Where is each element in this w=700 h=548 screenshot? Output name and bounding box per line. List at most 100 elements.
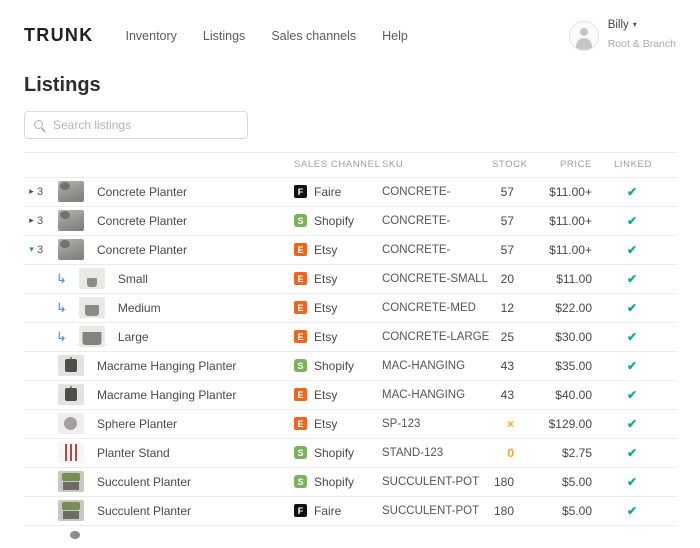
channel-icon: E xyxy=(294,388,307,402)
channel-name: Shopify xyxy=(314,445,355,460)
product-thumbnail xyxy=(58,413,84,435)
listings-table: SALES CHANNEL SKU STOCK PRICE LINKED ▸ 3… xyxy=(0,151,700,548)
table-row[interactable]: Sphere Planter E Etsy SP-123 × $129.00 ✔ xyxy=(24,410,676,439)
channel-cell: E Etsy xyxy=(294,330,382,344)
linked-check-icon: ✔ xyxy=(626,271,638,286)
price: $30.00 xyxy=(555,329,592,344)
stock: 57 xyxy=(500,184,514,199)
sku: STAND-123 xyxy=(382,446,444,459)
price: $129.00 xyxy=(548,416,592,431)
table-row[interactable]: ↳ Medium E Etsy CONCRETE-MED 12 $22.00 ✔ xyxy=(24,294,676,323)
linked-cell: ✔ xyxy=(614,272,676,286)
table-row[interactable]: Macrame Hanging Planter E Etsy MAC-HANGI… xyxy=(24,381,676,410)
channel-cell: F Faire xyxy=(294,185,382,199)
nav-item-sales-channels[interactable]: Sales channels xyxy=(271,29,356,43)
user-text: Billy ▾ Root & Branch xyxy=(608,18,676,54)
product-name: Small xyxy=(117,271,148,286)
stock: 20 xyxy=(500,271,514,286)
table-row[interactable]: Succulent Planter F Faire SUCCULENT-POT … xyxy=(24,497,676,526)
search-icon xyxy=(34,120,43,130)
product-name: Concrete Planter xyxy=(97,242,188,257)
sku: MAC-HANGING xyxy=(382,388,466,401)
table-row[interactable]: Succulent Planter S Shopify SUCCULENT-PO… xyxy=(24,468,676,497)
linked-cell: ✔ xyxy=(614,330,676,344)
channel-name: Etsy xyxy=(314,329,338,344)
variant-count: 3 xyxy=(37,214,44,227)
variant-count: 3 xyxy=(37,243,44,256)
product-thumbnail xyxy=(58,181,84,203)
price: $2.75 xyxy=(561,445,592,460)
table-row[interactable]: ▸ 3 Concrete Planter F Faire CONCRETE- 5… xyxy=(24,178,676,207)
channel-cell: S Shopify xyxy=(294,359,382,373)
linked-cell: ✔ xyxy=(614,214,676,228)
brand-logo[interactable]: Trunk xyxy=(24,25,94,46)
product-thumbnail xyxy=(58,471,84,493)
channel-name: Etsy xyxy=(314,416,338,431)
channel-cell: E Etsy xyxy=(294,301,382,315)
search-input[interactable] xyxy=(51,116,238,133)
table-row[interactable]: ↳ Small E Etsy CONCRETE-SMALL 20 $11.00 … xyxy=(24,265,676,294)
name-cell: Succulent Planter xyxy=(24,471,294,493)
name-cell: ↳ Small xyxy=(24,268,294,290)
linked-check-icon: ✔ xyxy=(626,242,638,257)
channel-cell: E Etsy xyxy=(294,388,382,402)
channel-name: Faire xyxy=(314,184,342,199)
page-title: Listings xyxy=(24,73,101,96)
product-name: Large xyxy=(117,329,149,344)
nav-item-help[interactable]: Help xyxy=(382,29,408,43)
expand-caret-icon[interactable]: ▸ xyxy=(26,215,37,226)
channel-name: Etsy xyxy=(314,242,338,257)
expand-caret-icon[interactable]: ▾ xyxy=(26,244,37,255)
price: $40.00 xyxy=(555,387,592,402)
nav-item-listings[interactable]: Listings xyxy=(203,29,245,43)
table-row[interactable]: Macrame Hanging Planter S Shopify MAC-HA… xyxy=(24,352,676,381)
linked-cell: ✔ xyxy=(614,504,676,518)
col-stock: STOCK xyxy=(492,159,528,171)
price: $5.00 xyxy=(561,474,592,489)
user-menu[interactable]: Billy ▾ Root & Branch xyxy=(568,18,676,54)
expand-caret-icon[interactable]: ▸ xyxy=(26,186,37,197)
table-row[interactable]: Planter Stand S Shopify STAND-123 0 $2.7… xyxy=(24,439,676,468)
linked-check-icon: ✔ xyxy=(626,416,638,431)
variant-count: 3 xyxy=(37,185,44,198)
channel-icon: S xyxy=(294,446,307,460)
channel-name: Etsy xyxy=(314,271,338,286)
channel-icon: E xyxy=(294,330,307,344)
stock: 57 xyxy=(500,242,514,257)
channel-icon: F xyxy=(294,504,307,518)
price: $11.00+ xyxy=(549,213,592,228)
nav-item-inventory[interactable]: Inventory xyxy=(126,29,177,43)
sku: CONCRETE-SMALL xyxy=(382,272,489,285)
product-thumbnail xyxy=(58,210,84,232)
channel-cell: E Etsy xyxy=(294,243,382,257)
stock: 180 xyxy=(493,503,514,518)
product-name: Macrame Hanging Planter xyxy=(97,358,237,373)
sku: SUCCULENT-POT xyxy=(382,475,480,488)
channel-name: Shopify xyxy=(314,358,355,373)
table-row[interactable]: ↳ Large E Etsy CONCRETE-LARGE 25 $30.00 … xyxy=(24,323,676,352)
channel-icon: E xyxy=(294,301,307,315)
linked-cell: ✔ xyxy=(614,243,676,257)
linked-cell: ✔ xyxy=(614,417,676,431)
avatar[interactable] xyxy=(568,20,599,51)
linked-check-icon: ✔ xyxy=(626,329,638,344)
linked-check-icon: ✔ xyxy=(626,213,638,228)
linked-check-icon: ✔ xyxy=(626,387,638,402)
table-row[interactable]: ▸ 3 Concrete Planter S Shopify CONCRETE-… xyxy=(24,207,676,236)
linked-check-icon: ✔ xyxy=(626,445,638,460)
product-name: Succulent Planter xyxy=(97,503,192,518)
linked-cell: ✔ xyxy=(614,359,676,373)
table-header: SALES CHANNEL SKU STOCK PRICE LINKED xyxy=(24,151,676,178)
product-thumbnail xyxy=(58,239,84,261)
table-row[interactable]: ▾ 3 Concrete Planter E Etsy CONCRETE- 57… xyxy=(24,236,676,265)
sku: CONCRETE- xyxy=(382,185,451,198)
channel-icon: S xyxy=(294,214,307,228)
channel-icon: E xyxy=(294,417,307,431)
stock: 180 xyxy=(493,474,514,489)
stock: 57 xyxy=(500,213,514,228)
search-box[interactable] xyxy=(24,110,248,139)
col-sales-channel: SALES CHANNEL xyxy=(294,159,381,171)
sku: CONCRETE-LARGE xyxy=(382,330,490,343)
channel-cell: S Shopify xyxy=(294,475,382,489)
linked-cell: ✔ xyxy=(614,475,676,489)
